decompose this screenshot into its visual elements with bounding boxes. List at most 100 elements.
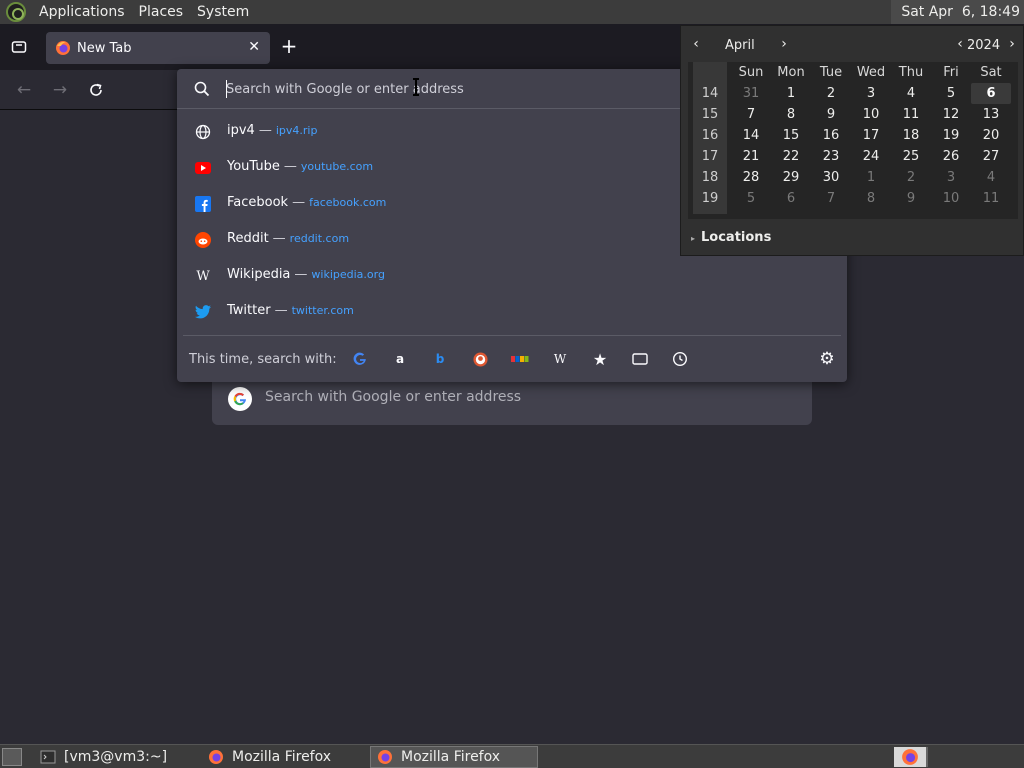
prev-year-chevron-icon[interactable]: ‹ bbox=[953, 36, 967, 52]
calendar-day[interactable]: 4 bbox=[891, 83, 931, 104]
forward-arrow-icon[interactable]: → bbox=[50, 80, 70, 100]
result-separator: — bbox=[283, 159, 297, 174]
calendar-day[interactable]: 23 bbox=[811, 146, 851, 167]
calendar-day[interactable]: 21 bbox=[731, 146, 771, 167]
result-url: facebook.com bbox=[309, 196, 387, 209]
list-all-tabs-button[interactable] bbox=[8, 36, 30, 58]
result-twitter[interactable]: Twitter — twitter.com bbox=[177, 294, 847, 330]
calendar-day[interactable]: 2 bbox=[811, 83, 851, 104]
calendar-day[interactable]: 18 bbox=[891, 125, 931, 146]
prev-month-chevron-icon[interactable]: ‹ bbox=[689, 36, 703, 52]
calendar-day[interactable]: 3 bbox=[851, 83, 891, 104]
bookmarks-icon[interactable]: ★ bbox=[590, 349, 610, 369]
firefox-icon bbox=[378, 750, 392, 764]
calendar-day[interactable]: 5 bbox=[731, 188, 771, 209]
next-year-chevron-icon[interactable]: › bbox=[1005, 36, 1019, 52]
calendar-day[interactable]: 31 bbox=[731, 83, 771, 104]
calendar-day[interactable]: 28 bbox=[731, 167, 771, 188]
youtube-icon bbox=[195, 160, 211, 176]
calendar-day[interactable]: 27 bbox=[971, 146, 1011, 167]
next-month-chevron-icon[interactable]: › bbox=[777, 36, 791, 52]
result-separator: — bbox=[272, 231, 286, 246]
week-number: 16 bbox=[701, 128, 719, 143]
calendar-day[interactable]: 10 bbox=[931, 188, 971, 209]
bottom-panel: [vm3@vm3:~] Mozilla Firefox Mozilla Fire… bbox=[0, 744, 1024, 768]
calendar-day[interactable]: 8 bbox=[771, 104, 811, 125]
workspace-switcher[interactable] bbox=[894, 747, 926, 767]
calendar-day[interactable]: 3 bbox=[931, 167, 971, 188]
calendar-day[interactable]: 26 bbox=[931, 146, 971, 167]
calendar-day[interactable]: 13 bbox=[971, 104, 1011, 125]
history-icon[interactable] bbox=[670, 349, 690, 369]
calendar-day[interactable]: 25 bbox=[891, 146, 931, 167]
reload-icon[interactable] bbox=[86, 80, 106, 100]
calendar-day[interactable]: 14 bbox=[731, 125, 771, 146]
show-desktop-button[interactable] bbox=[2, 748, 22, 766]
close-tab-icon[interactable]: ✕ bbox=[248, 39, 260, 55]
calendar-day[interactable]: 22 bbox=[771, 146, 811, 167]
calendar-day[interactable]: 11 bbox=[891, 104, 931, 125]
locations-expander[interactable]: ▸ Locations bbox=[691, 230, 771, 245]
calendar-day[interactable]: 6 bbox=[771, 188, 811, 209]
calendar-day[interactable]: 24 bbox=[851, 146, 891, 167]
reddit-icon bbox=[195, 232, 211, 248]
calendar-day[interactable]: 2 bbox=[891, 167, 931, 188]
calendar-day[interactable]: 11 bbox=[971, 188, 1011, 209]
week-number: 14 bbox=[701, 86, 719, 101]
calendar-day[interactable]: 7 bbox=[731, 104, 771, 125]
back-arrow-icon[interactable]: ← bbox=[14, 80, 34, 100]
calendar-day[interactable]: 19 bbox=[931, 125, 971, 146]
amazon-icon[interactable]: a bbox=[390, 349, 410, 369]
calendar-day-today[interactable]: 6 bbox=[971, 83, 1011, 104]
year-value: 2024 bbox=[967, 38, 1001, 53]
bing-icon[interactable]: b bbox=[430, 349, 450, 369]
tab-overview-icon bbox=[11, 41, 27, 53]
calendar-day[interactable]: 17 bbox=[851, 125, 891, 146]
top-panel: Applications Places System Sat Apr 6, 18… bbox=[0, 0, 1024, 24]
calendar-day[interactable]: 20 bbox=[971, 125, 1011, 146]
calendar-day[interactable]: 9 bbox=[891, 188, 931, 209]
menu-places[interactable]: Places bbox=[132, 4, 191, 20]
menu-system[interactable]: System bbox=[190, 4, 256, 20]
terminal-icon bbox=[40, 750, 56, 764]
reload-glyph bbox=[90, 83, 102, 96]
firefox-icon bbox=[209, 750, 223, 764]
google-icon bbox=[228, 387, 252, 411]
result-url: wikipedia.org bbox=[311, 268, 385, 281]
facebook-icon bbox=[195, 196, 211, 212]
task-firefox-2[interactable]: Mozilla Firefox bbox=[370, 746, 538, 768]
duckduckgo-icon[interactable] bbox=[470, 349, 490, 369]
distro-logo-icon[interactable] bbox=[6, 2, 26, 22]
gear-icon[interactable]: ⚙ bbox=[817, 349, 837, 369]
calendar-day[interactable]: 1 bbox=[851, 167, 891, 188]
google-icon[interactable] bbox=[350, 349, 370, 369]
calendar-day[interactable]: 12 bbox=[931, 104, 971, 125]
calendar-day[interactable]: 9 bbox=[811, 104, 851, 125]
result-wikipedia[interactable]: W Wikipedia — wikipedia.org bbox=[177, 258, 847, 294]
result-url: reddit.com bbox=[289, 232, 350, 245]
result-title: YouTube bbox=[227, 159, 280, 174]
calendar-day[interactable]: 7 bbox=[811, 188, 851, 209]
new-tab-button[interactable]: + bbox=[278, 36, 300, 58]
task-label: [vm3@vm3:~] bbox=[64, 749, 168, 765]
clock[interactable]: Sat Apr 6, 18:49 bbox=[891, 0, 1024, 24]
tabs-icon[interactable] bbox=[630, 349, 650, 369]
wikipedia-icon[interactable]: W bbox=[550, 349, 570, 369]
calendar-day[interactable]: 8 bbox=[851, 188, 891, 209]
menu-applications[interactable]: Applications bbox=[32, 4, 132, 20]
calendar-day[interactable]: 5 bbox=[931, 83, 971, 104]
tab-new-tab[interactable]: New Tab ✕ bbox=[46, 32, 270, 64]
calendar-day[interactable]: 30 bbox=[811, 167, 851, 188]
calendar-day[interactable]: 29 bbox=[771, 167, 811, 188]
calendar-day[interactable]: 1 bbox=[771, 83, 811, 104]
calendar-day[interactable]: 16 bbox=[811, 125, 851, 146]
task-terminal[interactable]: [vm3@vm3:~] bbox=[34, 746, 198, 768]
ebay-icon[interactable] bbox=[510, 349, 530, 369]
calendar-popup: ‹ April › ‹ 2024 › Sun Mon Tue Wed Thu Fri Sat… bbox=[680, 25, 1024, 256]
text-caret bbox=[226, 80, 227, 98]
month-navigator: ‹ April › bbox=[689, 36, 787, 56]
task-firefox-1[interactable]: Mozilla Firefox bbox=[202, 746, 366, 768]
calendar-day[interactable]: 4 bbox=[971, 167, 1011, 188]
calendar-day[interactable]: 10 bbox=[851, 104, 891, 125]
calendar-day[interactable]: 15 bbox=[771, 125, 811, 146]
